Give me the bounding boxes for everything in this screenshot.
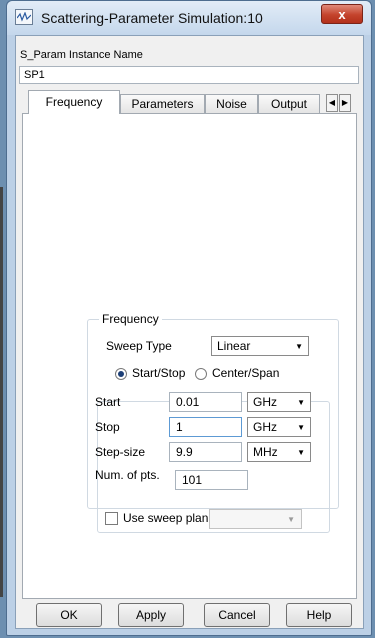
num-pts-label: Num. of pts. <box>95 468 160 482</box>
step-size-input[interactable]: 9.9 <box>169 442 242 462</box>
tab-scroll-right-icon[interactable]: ▶ <box>339 94 351 112</box>
start-unit-value: GHz <box>253 395 277 409</box>
tab-noise[interactable]: Noise <box>205 94 258 114</box>
stop-label: Stop <box>95 420 120 434</box>
start-stop-radio[interactable] <box>115 368 127 380</box>
tab-output[interactable]: Output <box>258 94 320 114</box>
stop-unit-select[interactable]: GHz ▼ <box>247 417 311 437</box>
dialog-body: S_Param Instance Name SP1 Frequency Para… <box>15 35 364 629</box>
step-unit-select[interactable]: MHz ▼ <box>247 442 311 462</box>
cancel-button[interactable]: Cancel <box>204 603 270 627</box>
app-icon <box>15 9 33 25</box>
use-sweep-plan-checkbox[interactable] <box>105 512 118 525</box>
sweep-type-value: Linear <box>217 339 251 353</box>
background-edge <box>0 187 3 597</box>
instance-name-label: S_Param Instance Name <box>20 49 143 61</box>
use-sweep-plan-label: Use sweep plan <box>123 511 209 525</box>
sweep-type-label: Sweep Type <box>106 339 172 353</box>
close-button[interactable]: x <box>321 4 363 24</box>
tab-parameters[interactable]: Parameters <box>120 94 205 114</box>
chevron-down-icon: ▼ <box>287 515 295 524</box>
stop-input[interactable]: 1 <box>169 417 242 437</box>
dialog-window: Scattering-Parameter Simulation:10 x S_P… <box>6 0 372 636</box>
center-span-radio[interactable] <box>195 368 207 380</box>
sweep-type-select[interactable]: Linear ▼ <box>211 336 309 356</box>
step-unit-value: MHz <box>253 445 278 459</box>
chevron-down-icon: ▼ <box>297 423 305 432</box>
frequency-panel: Frequency Sweep Type Linear ▼ Start/Stop… <box>22 113 357 599</box>
start-unit-select[interactable]: GHz ▼ <box>247 392 311 412</box>
start-label: Start <box>95 395 121 409</box>
tab-frequency[interactable]: Frequency <box>28 90 120 114</box>
button-bar: OK Apply Cancel Help <box>22 601 357 627</box>
tab-strip: Frequency Parameters Noise Output ◀ ▶ <box>22 88 362 114</box>
chevron-down-icon: ▼ <box>295 342 303 351</box>
tab-scroll-left-icon[interactable]: ◀ <box>326 94 338 112</box>
apply-button[interactable]: Apply <box>118 603 184 627</box>
chevron-down-icon: ▼ <box>297 448 305 457</box>
title-bar[interactable]: Scattering-Parameter Simulation:10 x <box>7 1 371 35</box>
stop-unit-value: GHz <box>253 420 277 434</box>
num-pts-input[interactable]: 101 <box>175 470 248 490</box>
help-button[interactable]: Help <box>286 603 352 627</box>
instance-name-input[interactable]: SP1 <box>19 66 359 84</box>
ok-button[interactable]: OK <box>36 603 102 627</box>
step-size-label: Step-size <box>95 445 146 459</box>
start-stop-label: Start/Stop <box>132 366 186 380</box>
start-input[interactable]: 0.01 <box>169 392 242 412</box>
sweep-plan-select[interactable]: ▼ <box>209 509 302 529</box>
chevron-down-icon: ▼ <box>297 398 305 407</box>
window-title: Scattering-Parameter Simulation:10 <box>41 10 263 26</box>
frequency-group-title: Frequency <box>99 312 162 326</box>
center-span-label: Center/Span <box>212 366 280 380</box>
